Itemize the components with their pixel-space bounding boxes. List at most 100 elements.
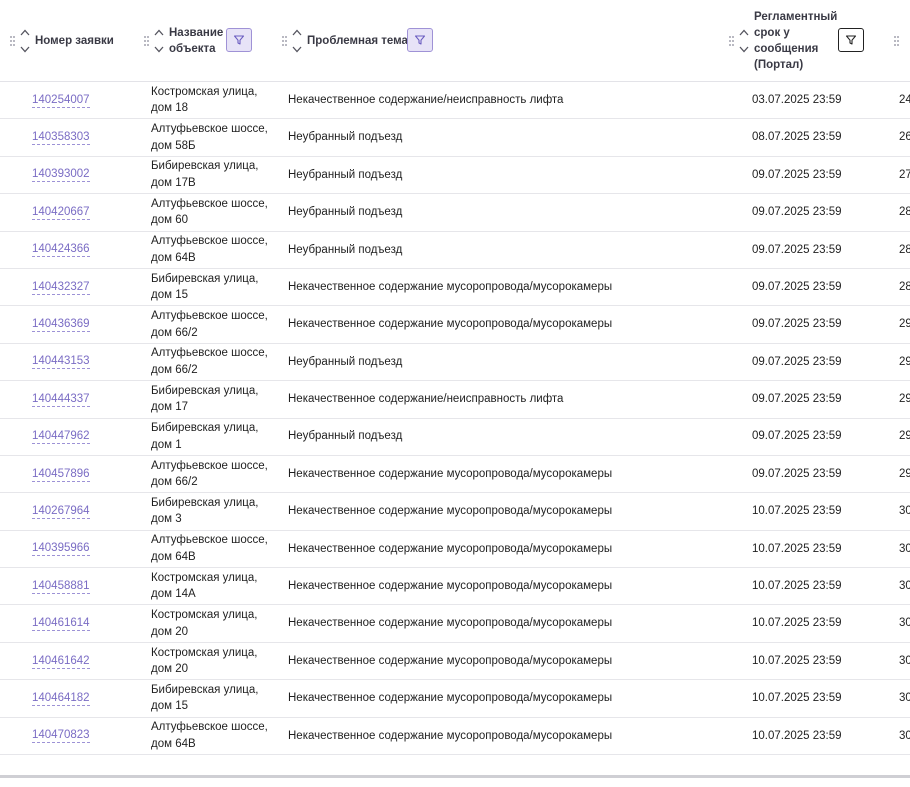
object-name-cell: Бибиревская улица, дом 15 [151,680,271,716]
object-name-cell: Костромская улица, дом 14А [151,568,271,604]
table-row[interactable]: 140464182 Бибиревская улица, дом 15 Некаче… [0,680,910,718]
column-header-deadline[interactable]: Регламентный срок у сообщения (Портал) [729,0,838,81]
request-number-link[interactable]: 140395966 [32,541,90,557]
drag-handle-icon[interactable] [282,35,288,46]
next-column-value: 29 [899,393,910,406]
request-number-link[interactable]: 140436369 [32,317,90,333]
table-row[interactable]: 140457896 Алтуфьевское шоссе, дом 66/2 Нек… [0,456,910,494]
request-number-link[interactable]: 140432327 [32,280,90,295]
table-row[interactable]: 140443153 Алтуфьевское шоссе, дом 66/2 Неу… [0,344,910,382]
request-number-cell: 140461642 [32,643,90,679]
request-number-link[interactable]: 140457896 [32,467,90,482]
table-row[interactable]: 140358303 Алтуфьевское шоссе, дом 58Б Неуб… [0,119,910,157]
deadline-cell: 09.07.2025 23:59 [752,269,842,305]
object-name-cell: Алтуфьевское шоссе, дом 66/2 [151,344,271,380]
problem-topic-cell: Некачественное содержание мусоропровода/… [288,531,612,567]
table-row[interactable]: 140458881 Костромская улица, дом 14А Некач… [0,568,910,606]
next-column-cell: 30 [899,680,910,716]
column-label: Регламентный срок у сообщения (Портал) [754,10,838,71]
deadline-cell: 09.07.2025 23:59 [752,157,842,193]
object-name-cell: Алтуфьевское шоссе, дом 64В [151,531,271,567]
column-header-problem-topic[interactable]: Проблемная тема [282,0,408,81]
request-number-link[interactable]: 140458881 [32,579,90,594]
request-number-cell: 140420667 [32,194,90,230]
deadline-date: 09.07.2025 23:59 [752,243,842,256]
table-row[interactable]: 140393002 Бибиревская улица, дом 17В Неубр… [0,157,910,195]
object-name-cell: Бибиревская улица, дом 17 [151,381,271,417]
sort-icon[interactable] [20,29,30,53]
next-column-value: 30 [899,542,910,555]
request-number-link[interactable]: 140267964 [32,504,90,519]
next-column-value: 30 [899,580,910,593]
drag-handle-icon[interactable] [144,35,150,46]
request-number-link[interactable]: 140254007 [32,93,90,108]
request-number-link[interactable]: 140461642 [32,654,90,669]
column-label: Проблемная тема [307,34,408,47]
problem-topic-cell: Некачественное содержание мусоропровода/… [288,269,612,305]
request-number-link[interactable]: 140443153 [32,354,90,370]
problem-topic: Некачественное содержание мусоропровода/… [288,729,613,742]
request-number-link[interactable]: 140470823 [32,728,90,744]
sort-icon[interactable] [154,29,164,53]
problem-topic: Неубранный подъезд [288,355,403,368]
drag-handle-icon[interactable] [729,35,735,46]
drag-handle-icon[interactable] [10,35,16,46]
sort-icon[interactable] [739,29,749,53]
column-header-next[interactable] [894,0,904,81]
problem-topic-cell: Неубранный подъезд [288,119,402,155]
deadline-cell: 03.07.2025 23:59 [752,82,842,118]
table-row[interactable]: 140461614 Костромская улица, дом 20 Некаче… [0,605,910,643]
table-row[interactable]: 140436369 Алтуфьевское шоссе, дом 66/2 Нек… [0,306,910,344]
request-number-link[interactable]: 140461614 [32,616,90,632]
deadline-date: 10.07.2025 23:59 [752,654,842,667]
problem-topic: Некачественное содержание мусоропровода/… [288,580,613,593]
next-column-cell: 28 [899,269,910,305]
problem-topic: Неубранный подъезд [288,243,403,256]
request-number-link[interactable]: 140464182 [32,691,90,706]
request-number-link[interactable]: 140358303 [32,130,90,146]
sort-icon[interactable] [292,29,302,53]
problem-topic: Некачественное содержание мусоропровода/… [288,692,613,705]
filter-button-deadline[interactable] [838,28,864,52]
next-column-cell: 29 [899,381,910,417]
problem-topic: Некачественное содержание мусоропровода/… [288,654,613,667]
deadline-cell: 09.07.2025 23:59 [752,306,842,342]
request-number-link[interactable]: 140420667 [32,205,90,220]
table-row[interactable]: 140447962 Бибиревская улица, дом 1 Неубран… [0,419,910,456]
deadline-date: 10.07.2025 23:59 [752,505,842,518]
table-row[interactable]: 140470823 Алтуфьевское шоссе, дом 64В Нека… [0,718,910,756]
deadline-date: 09.07.2025 23:59 [752,393,842,406]
deadline-cell: 10.07.2025 23:59 [752,568,842,604]
table-row[interactable]: 140461642 Костромская улица, дом 20 Некаче… [0,643,910,681]
drag-handle-icon[interactable] [894,35,900,46]
table-row[interactable]: 140254007 Костромская улица, дом 18 Некаче… [0,82,910,120]
object-name: Алтуфьевское шоссе, дом 64В [151,235,268,264]
table-row[interactable]: 140395966 Алтуфьевское шоссе, дом 64В Нека… [0,531,910,569]
problem-topic: Некачественное содержание/неисправность … [288,93,564,106]
filter-button-object-name[interactable] [226,28,252,52]
problem-topic-cell: Некачественное содержание мусоропровода/… [288,306,612,342]
problem-topic-cell: Некачественное содержание мусоропровода/… [288,568,612,604]
request-number-cell: 140470823 [32,718,90,754]
request-number-link[interactable]: 140424366 [32,242,90,258]
filter-button-problem-topic[interactable] [407,28,433,52]
request-number-link[interactable]: 140444337 [32,392,90,407]
table-row[interactable]: 140444337 Бибиревская улица, дом 17 Некаче… [0,381,910,419]
next-column-cell: 30 [899,605,910,641]
column-header-object-name[interactable]: Название объекта [144,0,227,81]
object-name: Бибиревская улица, дом 17В [151,160,259,189]
request-number-link[interactable]: 140393002 [32,167,90,183]
horizontal-scrollbar[interactable] [0,775,910,778]
problem-topic-cell: Неубранный подъезд [288,232,402,268]
next-column-cell: 30 [899,718,910,754]
table-row[interactable]: 140267964 Бибиревская улица, дом 3 Некачес… [0,493,910,531]
table-row[interactable]: 140432327 Бибиревская улица, дом 15 Некаче… [0,269,910,307]
deadline-date: 09.07.2025 23:59 [752,355,842,368]
table-row[interactable]: 140424366 Алтуфьевское шоссе, дом 64В Неуб… [0,232,910,269]
object-name: Алтуфьевское шоссе, дом 66/2 [151,459,268,489]
column-header-request-number[interactable]: Номер заявки [10,0,114,81]
table-row[interactable]: 140420667 Алтуфьевское шоссе, дом 60 Неубр… [0,194,910,232]
next-column-cell: 26 [899,119,910,155]
request-number-link[interactable]: 140447962 [32,429,90,445]
request-number-cell: 140447962 [32,419,90,455]
